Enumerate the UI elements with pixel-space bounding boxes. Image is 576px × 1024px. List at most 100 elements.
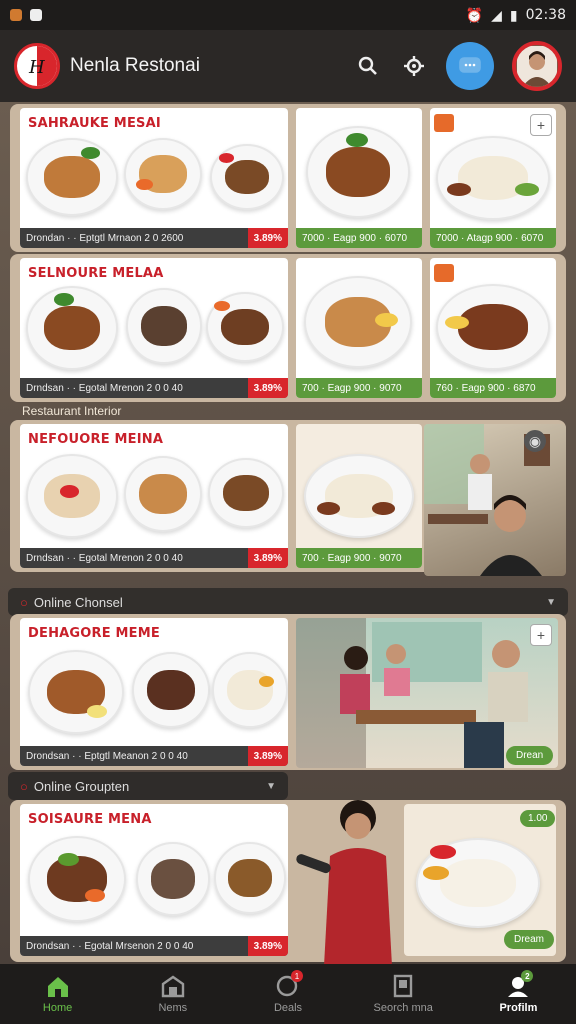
view-icon[interactable]: ◉ — [524, 430, 546, 452]
menu-card-3[interactable]: + 7000 · Atagp 900 · 6070 — [430, 108, 556, 248]
restaurant-logo[interactable]: H — [14, 43, 60, 89]
notification-badge: 1 — [291, 970, 303, 982]
dish-image — [304, 276, 412, 368]
menu-card-meta: 700 · Eagp 900 · 9070 — [302, 552, 402, 564]
menu-card-meta: Drondsan · · Egotal Mrsenon 2 0 0 40 — [26, 940, 194, 952]
menu-card-footer: 7000 · Atagp 900 · 6070 — [430, 228, 556, 248]
menu-card-title: DEHAGORE MEME — [28, 626, 160, 641]
store-icon — [161, 975, 184, 998]
dish-image — [436, 284, 550, 370]
hot-dish-icon — [434, 114, 454, 132]
message-notification-icon — [30, 9, 42, 21]
notification-badge: 2 — [521, 970, 534, 982]
diner-illustration — [424, 424, 550, 576]
discount-badge: 3.89% — [247, 548, 288, 568]
menu-card-meta: 7000 · Atagp 900 · 6070 — [436, 232, 544, 244]
status-pill: Drean — [506, 746, 554, 765]
nav-label: Profilm — [499, 1002, 538, 1014]
nav-home[interactable]: Home — [0, 964, 115, 1024]
dish-image — [208, 458, 284, 528]
person-avatar-icon — [517, 46, 557, 86]
menu-card-footer: Drondsan · · Eptgtl Meanon 2 0 0 40 3.89% — [20, 746, 288, 766]
nav-deals[interactable]: 1 Deals — [230, 964, 345, 1024]
menu-card-4[interactable]: SELNOURE MELAA Drndsan · · Egotal Mrenon… — [20, 258, 288, 398]
chat-button[interactable] — [446, 42, 494, 90]
menu-card-11[interactable]: 1.00 Dream — [404, 804, 556, 956]
dish-image — [26, 138, 118, 216]
menu-card-1[interactable]: SAHRAUKE MESAI Drondan · · Eptgtl Mrnaon… — [20, 108, 288, 248]
dish-image — [124, 138, 202, 210]
menu-feed[interactable]: SAHRAUKE MESAI Drondan · · Eptgtl Mrnaon… — [0, 102, 576, 964]
menu-card-8[interactable]: 700 · Eagp 900 · 9070 — [296, 424, 422, 568]
section-header-group[interactable]: ○ Online Groupten ▼ — [8, 772, 288, 800]
dish-image — [306, 126, 410, 218]
clock: 02:38 — [525, 7, 566, 23]
nav-label: Deals — [273, 1002, 303, 1014]
price-pill: 1.00 — [520, 810, 556, 827]
dish-image — [416, 838, 540, 928]
menu-card-2[interactable]: 7000 · Eagp 900 · 6070 — [296, 108, 422, 248]
menu-card-footer: Drondan · · Eptgtl Mrnaon 2 0 2600 3.89% — [20, 228, 288, 248]
restaurant-photo[interactable]: ◉ — [424, 424, 566, 576]
section-title: Online Groupten — [33, 778, 130, 794]
menu-card-title: SOISAURE MENA — [28, 812, 152, 827]
list-icon — [394, 974, 413, 998]
menu-card-title: SAHRAUKE MESAI — [28, 116, 161, 131]
logo-letter: H — [29, 57, 45, 78]
menu-card-meta: Drndsan · · Egotal Mrenon 2 0 0 40 — [26, 552, 183, 564]
dish-image — [214, 842, 286, 914]
dish-image — [206, 292, 284, 362]
dish-image — [132, 652, 210, 728]
menu-card-6[interactable]: 760 · Eagp 900 · 6870 — [430, 258, 556, 398]
user-avatar[interactable] — [512, 41, 562, 91]
battery-icon: ▮ — [509, 6, 518, 23]
search-button[interactable] — [354, 52, 382, 80]
add-icon[interactable]: + — [530, 624, 552, 646]
discount-badge: 3.89% — [247, 936, 288, 956]
nav-label: Seorch mna — [373, 1002, 433, 1014]
dish-image — [126, 288, 202, 364]
waiter-photo — [292, 796, 404, 964]
menu-card-5[interactable]: 700 · Eagp 900 · 9070 — [296, 258, 422, 398]
settings-button[interactable] — [400, 52, 428, 80]
hot-dish-icon — [434, 264, 454, 282]
nav-label: Home — [42, 1002, 73, 1014]
nav-items[interactable]: Nems — [115, 964, 230, 1024]
section-header-online[interactable]: ○ Online Chonsel ▼ — [8, 588, 568, 616]
dish-image — [28, 836, 126, 922]
menu-card-meta: 760 · Eagp 900 · 6870 — [436, 382, 536, 394]
dish-image — [304, 454, 414, 538]
menu-card-meta: 7000 · Eagp 900 · 6070 — [302, 232, 408, 244]
nav-search-menu[interactable]: Seorch mna — [346, 964, 461, 1024]
gear-icon — [404, 56, 424, 76]
wifi-icon: ◢ — [491, 6, 502, 23]
search-icon — [358, 56, 377, 75]
dish-image — [136, 842, 210, 916]
menu-card-9[interactable]: DEHAGORE MEME Drondsan · · Eptgtl Meanon… — [20, 618, 288, 766]
nav-label: Nems — [158, 1002, 188, 1014]
status-pill: Dream — [504, 930, 555, 949]
add-icon[interactable]: + — [530, 114, 552, 136]
section-title: Online Chonsel — [33, 594, 123, 610]
chevron-down-icon[interactable]: ▼ — [546, 597, 556, 608]
message-icon — [459, 57, 481, 73]
dish-image — [26, 286, 118, 370]
nav-profile[interactable]: 2 Profilm — [461, 964, 576, 1024]
dining-photo[interactable]: + Drean — [296, 618, 558, 768]
discount-badge: 3.89% — [247, 228, 288, 248]
dish-image — [210, 144, 284, 210]
app-header: H Nenla Restonai — [0, 30, 576, 102]
discount-badge: 3.89% — [247, 746, 288, 766]
bottom-navigation: Home Nems 1 Deals Seorch mna 2 Profilm — [0, 964, 576, 1024]
section-dot-icon: ○ — [20, 594, 28, 610]
chevron-down-icon[interactable]: ▼ — [266, 781, 276, 792]
menu-card-7[interactable]: NEFOUORE MEINA Drndsan · · Egotal Mrenon… — [20, 424, 288, 568]
section-caption: Restaurant Interior — [22, 404, 122, 418]
menu-card-footer: 700 · Eagp 900 · 9070 — [296, 548, 422, 568]
dish-image — [28, 650, 124, 734]
menu-card-10[interactable]: SOISAURE MENA Drondsan · · Egotal Mrseno… — [20, 804, 288, 956]
waiter-illustration — [296, 800, 392, 964]
home-icon — [47, 977, 68, 997]
menu-card-title: SELNOURE MELAA — [28, 266, 164, 281]
alarm-icon: ⏰ — [465, 6, 484, 23]
